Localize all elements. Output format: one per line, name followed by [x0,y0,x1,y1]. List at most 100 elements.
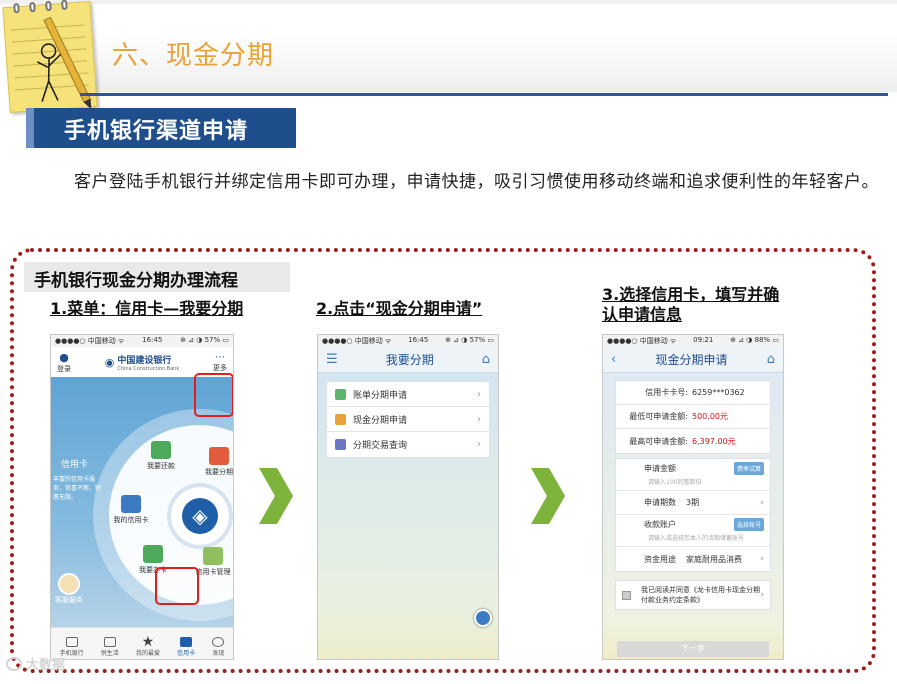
application-form-page: 信用卡卡号: 6259***0362 最低可申请金额: 500.00元 最高可申… [603,373,783,659]
bank-logo: ◉ 中国建设银行 China Construction Bank [105,353,179,372]
bill-icon [335,388,346,400]
flow-title: 手机银行现金分期办理流程 [24,262,290,292]
battery: ⊕ ⊿ ◑ 88% ▭ [730,336,779,344]
account-field[interactable]: 收款账户 选择账号 请输入或选择您本人的活期储蓄账号 [616,515,770,547]
more-icon: ⋯ [215,351,225,363]
usage-field[interactable]: 资金用途 家庭耐用品消费 › [616,547,770,571]
my-card-icon [121,495,141,513]
tab-life[interactable]: 悦生活 [101,637,119,657]
highlight-credit-tab [155,567,199,605]
tab-label: 我的最爱 [135,650,160,657]
chevron-right-icon: › [477,388,481,400]
carrier: ●●●●○ 中国移动 ᯤ [607,337,677,345]
my-card-label: 我的信用卡 [113,516,149,524]
wheel-repay[interactable]: 我要还款 [139,441,183,471]
clock: 16:45 [142,336,163,344]
min-amount-row: 最低可申请金额: 500.00元 [616,405,770,429]
min-amount-label: 最低可申请金额: [629,412,688,421]
card-info: 信用卡卡号: 6259***0362 最低可申请金额: 500.00元 最高可申… [615,380,771,454]
agreement-text: 我已阅读并同意《龙卡信用卡现金分期付款业务约定条款》 [641,586,760,604]
apply-card-icon [143,545,163,563]
watermark: 大数据 [6,654,65,673]
card-title: 信用卡 [61,460,89,470]
card-manage-icon [203,547,223,565]
card-number-value: 6259***0362 [692,388,745,397]
application-fields: 申请金额 费率试算 请输入100的整数倍 申请期数 3期 › 收款账户 选择账号… [615,458,771,572]
bank-name: 中国建设银行 [117,355,172,366]
menu-cash-installment[interactable]: 现金分期申请 › [327,407,489,432]
more-button[interactable]: ⋯ 更多 [213,352,227,373]
service-label: 客服服务 [55,596,83,604]
usage-value: 家庭耐用品消费 [686,554,742,564]
account-placeholder: 请输入或选择您本人的活期储蓄账号 [648,535,745,542]
usage-label: 资金用途 [644,554,676,564]
wheel-my-card[interactable]: 我的信用卡 [109,495,153,525]
next-button[interactable]: 下一步 [617,641,769,657]
cash-icon [335,413,346,425]
agreement-checkbox[interactable] [622,590,631,600]
card-number-row[interactable]: 信用卡卡号: 6259***0362 [616,381,770,405]
chevron-right-icon [531,468,565,524]
status-bar: ●●●●○ 中国移动 ᯤ 16:45 ⊕ ⊿ ◑ 57% ▭ [51,335,233,347]
back-icon[interactable]: ‹ [611,352,616,367]
top-rule [0,0,897,4]
customer-service-button[interactable]: 客服服务 [55,573,83,605]
select-account-button[interactable]: 选择账号 [733,518,764,531]
card-description: 丰富的信用卡服务，惊喜不断，特惠无限。 [53,476,102,501]
periods-value: 3期 [686,498,700,507]
step-1-label: 1.菜单：信用卡—我要分期 [50,299,244,318]
amount-placeholder: 请输入100的整数倍 [648,479,702,486]
chevron-right-icon: › [760,554,764,564]
battery: ⊕ ⊿ ◑ 57% ▭ [445,336,494,344]
min-amount-value: 500.00元 [692,412,728,421]
hamburger-icon[interactable]: ☰ [326,352,338,367]
login-label: 登录 [57,364,71,373]
tab-favorite[interactable]: ★ 我的最爱 [135,635,160,657]
card-number-label: 信用卡卡号: [645,388,688,397]
installment-icon [209,447,229,465]
wheel-hub[interactable]: ◈ [171,487,229,545]
phone-icon [65,637,78,647]
phone-screen-menu: ●●●●○ 中国移动 ᯤ 16:45 ⊕ ⊿ ◑ 57% ▭ ● 登录 ◉ 中国… [50,334,234,660]
max-amount-row: 最高可申请金额: 6,397.00元 [616,429,770,453]
tab-credit-card[interactable]: 信用卡 [177,637,195,657]
repay-label: 我要还款 [147,462,175,470]
chevron-right-icon: › [760,497,764,508]
service-avatar-icon [58,573,80,595]
login-button[interactable]: ● 登录 [57,351,71,374]
periods-field[interactable]: 申请期数 3期 › [616,491,770,515]
max-amount-value: 6,397.00元 [692,436,736,446]
status-bar: ●●●●○ 中国移动 ᯤ 09:21 ⊕ ⊿ ◑ 88% ▭ [603,335,783,347]
step-2-label: 2.点击“现金分期申请” [316,299,483,318]
carrier: ●●●●○ 中国移动 ᯤ [322,337,392,345]
assistant-bot-icon[interactable] [474,609,492,627]
tab-label: 信用卡 [177,650,196,657]
installment-menu: 账单分期申请 › 现金分期申请 › 分期交易查询 › [326,381,490,458]
carrier: ●●●●○ 中国移动 ᯤ [55,337,125,345]
tab-discover[interactable]: 发现 [212,637,224,657]
home-icon[interactable]: ⌂ [767,352,775,367]
card-icon [180,637,193,647]
menu-label: 分期交易查询 [353,441,408,451]
menu-installment-query[interactable]: 分期交易查询 › [327,432,489,457]
home-icon[interactable]: ⌂ [482,352,490,367]
compass-icon [212,637,225,647]
agreement-row[interactable]: 我已阅读并同意《龙卡信用卡现金分期付款业务约定条款》 › [615,580,771,610]
card-manage-label: 信用卡管理 [195,568,231,576]
chevron-right-icon: › [477,413,481,425]
status-bar: ●●●●○ 中国移动 ᯤ 16:45 ⊕ ⊿ ◑ 57% ▭ [318,335,498,347]
phone-screen-installment: ●●●●○ 中国移动 ᯤ 16:45 ⊕ ⊿ ◑ 57% ▭ ☰ 我要分期 ⌂ … [317,334,499,660]
rate-trial-button[interactable]: 费率试算 [733,462,764,475]
nav-bar: ☰ 我要分期 ⌂ [318,347,498,373]
amount-field[interactable]: 申请金额 费率试算 请输入100的整数倍 [616,459,770,491]
nav-title: 现金分期申请 [655,353,728,367]
notepad-illustration-icon [2,0,98,113]
account-label: 收款账户 [644,520,676,529]
watermark-text: 大数据 [26,658,66,673]
intro-paragraph: 客户登陆手机银行并绑定信用卡即可办理，申请快捷，吸引习惯使用移动终端和追求便利性… [74,172,879,192]
menu-bill-installment[interactable]: 账单分期申请 › [327,382,489,407]
repay-icon [151,441,171,459]
bank-name-en: China Construction Bank [117,365,180,372]
section-heading: 手机银行渠道申请 [26,108,296,148]
wheel-installment[interactable]: 我要分期 [197,447,233,477]
